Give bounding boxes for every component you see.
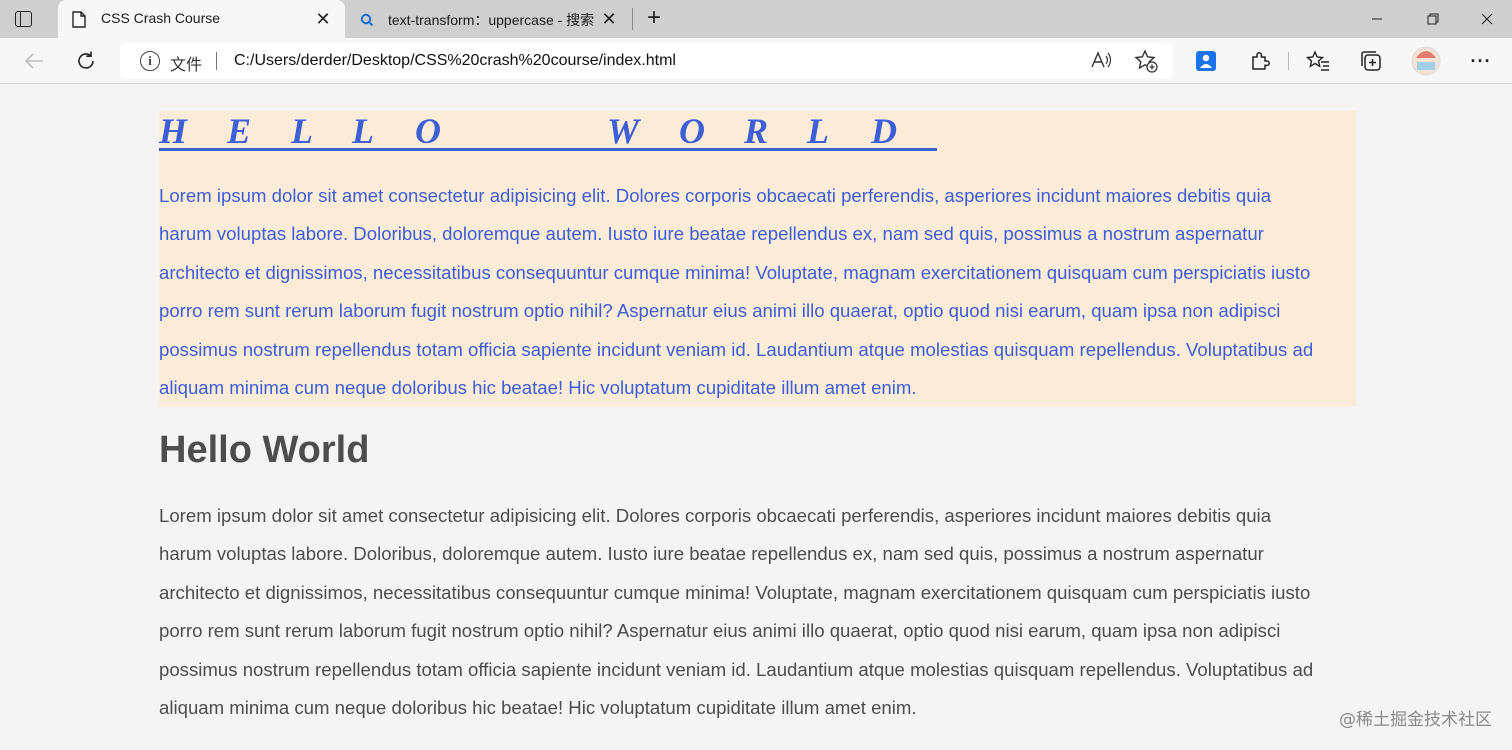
heading-letter: L <box>291 111 313 151</box>
new-tab-icon[interactable]: + <box>642 6 666 31</box>
page-viewport: HELLOWORLD Lorem ipsum dolor sit amet co… <box>0 85 1512 750</box>
profile-extension-icon[interactable] <box>1192 47 1220 75</box>
paragraph-line: architecto et dignissimos, necessitatibu… <box>159 261 1311 283</box>
file-label: 文件 <box>170 57 203 74</box>
watermark: @稀土掘金技术社区 <box>1339 710 1492 730</box>
tab-title: CSS Crash Course <box>101 10 221 26</box>
close-tab-icon[interactable]: ✕ <box>599 9 619 29</box>
more-options-icon[interactable]: ··· <box>1467 47 1495 75</box>
page-icon <box>72 11 86 28</box>
back-button[interactable] <box>20 47 48 75</box>
paragraph-line: possimus nostrum repellendus totam offic… <box>159 338 1314 360</box>
add-favorite-icon[interactable] <box>1134 49 1158 78</box>
favorites-icon[interactable] <box>1304 47 1332 75</box>
close-icon <box>1481 13 1493 25</box>
heading-letter: O <box>679 111 705 151</box>
tab-title: text-transform：uppercase - 搜索 <box>388 12 595 28</box>
paragraph-line: Lorem ipsum dolor sit amet consectetur a… <box>159 505 1272 526</box>
paragraph-line: architecto et dignissimos, necessitatibu… <box>159 581 1311 603</box>
back-arrow-icon <box>24 53 43 69</box>
paragraph-line: porro rem sunt rerum laborum fugit nostr… <box>159 300 1281 322</box>
paragraph-line: harum voluptas labore. Doloribus, dolore… <box>159 223 1264 245</box>
close-window-button[interactable] <box>1464 0 1510 38</box>
heading-letter: D <box>871 111 897 151</box>
navigation-bar: i 文件 C:/Users/derder/Desktop/CSS%20crash… <box>0 38 1512 84</box>
minimize-icon <box>1372 18 1382 20</box>
tab-strip: CSS Crash Course ✕ text-transform：upperc… <box>0 0 1512 38</box>
close-tab-icon[interactable]: ✕ <box>313 9 333 29</box>
collections-icon[interactable] <box>1357 47 1385 75</box>
heading-letter: O <box>415 111 441 151</box>
profile-avatar[interactable] <box>1410 45 1442 77</box>
site-info-icon[interactable]: i <box>140 51 160 71</box>
highlighted-section: HELLOWORLD Lorem ipsum dolor sit amet co… <box>159 111 1356 407</box>
tab-search[interactable]: text-transform：uppercase - 搜索 ✕ <box>346 0 631 38</box>
paragraph-line: harum voluptas labore. Doloribus, dolore… <box>159 543 1264 565</box>
minimize-button[interactable] <box>1354 0 1400 38</box>
address-bar[interactable]: i 文件 C:/Users/derder/Desktop/CSS%20crash… <box>120 43 1172 79</box>
tab-separator <box>632 8 633 30</box>
restore-button[interactable] <box>1410 0 1456 38</box>
highlighted-paragraph: Lorem ipsum dolor sit amet consectetur a… <box>159 177 1356 407</box>
url-text[interactable]: C:/Users/derder/Desktop/CSS%20crash%20co… <box>234 52 676 70</box>
paragraph-line: possimus nostrum repellendus totam offic… <box>159 658 1314 680</box>
tab-actions-icon[interactable] <box>14 9 34 29</box>
extensions-icon[interactable] <box>1246 47 1274 75</box>
heading-letter: W <box>607 111 640 151</box>
toolbar-separator <box>1288 52 1289 70</box>
paragraph-line: aliquam minima cum neque doloribus hic b… <box>159 377 917 399</box>
heading-letter: L <box>807 111 829 151</box>
page-heading: Hello World <box>159 429 370 471</box>
refresh-icon <box>78 51 94 69</box>
tab-css-crash-course[interactable]: CSS Crash Course ✕ <box>58 0 345 38</box>
search-icon <box>360 13 374 27</box>
address-divider <box>216 52 217 70</box>
fancy-heading-link[interactable]: HELLOWORLD <box>159 111 937 151</box>
paragraph-line: aliquam minima cum neque doloribus hic b… <box>159 697 917 719</box>
body-paragraph: Lorem ipsum dolor sit amet consectetur a… <box>159 497 1356 727</box>
read-aloud-icon[interactable] <box>1090 50 1112 75</box>
heading-letter: L <box>352 111 374 151</box>
heading-letter: E <box>227 111 252 151</box>
restore-icon <box>1427 13 1439 25</box>
paragraph-line: porro rem sunt rerum laborum fugit nostr… <box>159 620 1281 642</box>
paragraph-line: Lorem ipsum dolor sit amet consectetur a… <box>159 185 1272 206</box>
heading-underline <box>159 148 937 151</box>
heading-letter: H <box>159 111 188 151</box>
heading-letter: R <box>744 111 769 151</box>
refresh-button[interactable] <box>72 47 100 75</box>
